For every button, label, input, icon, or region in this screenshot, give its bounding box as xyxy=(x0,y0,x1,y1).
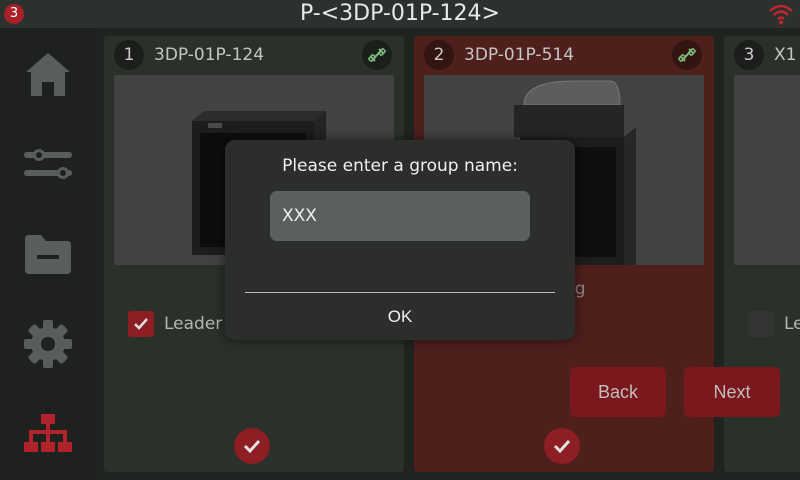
sliders-icon xyxy=(24,149,72,179)
ok-button[interactable]: OK xyxy=(355,298,445,336)
sidebar-item-home[interactable] xyxy=(18,44,78,104)
sidebar-item-files[interactable] xyxy=(18,224,78,284)
gear-icon xyxy=(24,320,72,368)
top-bar: 3 P-<3DP-01P-124> xyxy=(0,0,800,28)
sidebar xyxy=(0,28,96,480)
home-icon xyxy=(26,53,70,96)
group-name-input[interactable] xyxy=(270,191,530,241)
group-name-dialog: Please enter a group name: OK xyxy=(225,140,575,340)
dialog-prompt: Please enter a group name: xyxy=(282,156,518,176)
network-icon xyxy=(24,414,72,452)
page-title: P-<3DP-01P-124> xyxy=(300,1,500,26)
folder-icon xyxy=(25,235,71,274)
sidebar-item-adjust[interactable] xyxy=(18,134,78,194)
dialog-divider xyxy=(245,292,555,293)
sidebar-item-settings[interactable] xyxy=(18,314,78,374)
wifi-icon[interactable] xyxy=(768,2,794,26)
sidebar-item-network[interactable] xyxy=(18,404,78,464)
